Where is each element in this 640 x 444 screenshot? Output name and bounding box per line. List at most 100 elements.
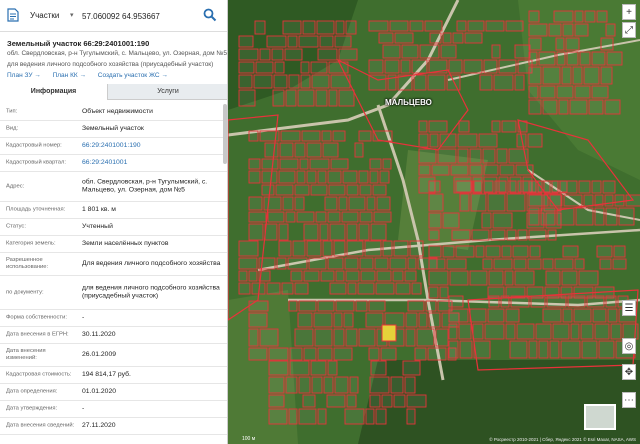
parcel-outline [238,282,251,295]
parcel-outline [300,61,310,74]
parcel-outline [517,229,528,241]
parcel-outline [338,48,358,61]
cadastral-map[interactable] [228,0,640,444]
parcel-outline [528,66,542,85]
parcel-outline [384,59,400,74]
info-row-label: Дата определения: [6,388,58,395]
parcel-outline [427,74,446,91]
map-view[interactable]: МАЛЬЦЕВО + ⤢ ☰ ◎ ✥ ⋯ 100 м © Росреестр 2… [228,0,640,444]
chevron-down-icon[interactable]: ▾ [70,11,74,19]
parcel-outline [285,376,298,394]
parcel-outline [390,376,404,394]
parcel-outline [310,61,328,74]
parcel-outline [306,170,317,184]
search-button[interactable] [200,6,220,26]
parcel-outline [594,323,610,340]
info-row-value: 26.01.2009 [82,350,117,358]
parcel-outline [346,184,359,196]
parcel-outline [618,207,635,226]
search-input[interactable] [82,6,198,26]
parcel-outline [280,130,301,142]
parcel-outline [319,35,334,48]
parcel-outline [405,328,416,347]
parcel-outline [282,196,294,211]
parcel-outline [329,282,347,295]
parcel-outline [300,74,311,89]
parcel-outline [565,37,580,51]
basemap-thumbnail[interactable] [584,404,616,430]
measure-button[interactable]: ◎ [622,338,636,354]
parcel-outline [575,207,594,226]
info-row-value: Земельный участок [82,124,144,132]
parcel-outline [345,328,358,347]
parcel-outline [505,20,524,32]
parcel-outline [542,66,561,85]
parcel-outline [261,184,275,196]
parcel-outline [449,270,469,286]
parcel-outline [469,148,482,164]
info-row-value[interactable]: 66:29:2401001:190 [82,142,222,151]
parcel-outline [545,270,561,286]
plan-kk-link[interactable]: План КК → [53,72,86,79]
parcel-outline [506,229,517,241]
parcel-outline [428,193,444,212]
parcel-outline [555,37,565,51]
parcel-outline [463,59,483,74]
parcel-outline [487,193,506,212]
more-button[interactable]: ⋯ [622,392,636,408]
info-row-value: для ведения личного подсобного хозяйства… [82,284,220,300]
parcel-outline [333,312,343,328]
parcel-outline [561,270,578,286]
layer-select[interactable]: Участки [30,11,59,20]
parcel-outline [584,10,596,23]
parcel-outline [288,408,298,425]
parcel-outline [303,347,317,361]
parcel-outline [290,270,303,282]
parcel-outline [562,245,579,258]
tab-services[interactable]: Услуги [108,84,227,100]
layers-button[interactable]: ☰ [622,300,636,316]
parcel-outline [278,170,296,184]
plan-zu-link[interactable]: План ЗУ → [7,72,41,79]
scrollbar[interactable] [223,104,227,164]
fullscreen-button[interactable]: ⤢ [622,22,636,38]
parcel-outline [467,20,485,32]
info-row: Форма собственности: - [0,310,227,327]
parcel-outline [478,133,498,148]
parcel-outline [506,193,526,212]
parcel-outline [346,223,358,241]
parcel-outline [599,258,612,270]
parcel-outline [592,308,607,323]
parcel-outline [332,130,346,142]
parcel-outline [455,180,473,193]
parcel-outline [483,180,494,193]
parcel-outline [264,142,279,158]
info-row-value: - [82,404,85,412]
parcel-outline [448,340,459,359]
create-parcel-link[interactable]: Создать участок ЖС → [98,72,168,79]
info-row-label: Категория земель: [6,240,56,247]
parcel-outline [288,74,300,89]
parcel-outline [375,408,387,425]
parcel-outline [451,229,471,241]
parcel-outline [294,282,309,295]
parcel-outline [428,312,441,328]
parcel-outline [411,282,422,295]
parcel-outline [248,328,259,347]
parcel-outline [413,74,427,91]
parcel-outline [567,295,586,308]
info-row-value[interactable]: 66:29:2401001 [82,159,222,168]
move-button[interactable]: ✥ [622,364,636,380]
zoom-in-button[interactable]: + [622,4,636,20]
layers-icon[interactable] [7,8,19,22]
info-row-value: 194 814,17 руб. [82,370,131,378]
parcel-outline [448,295,464,308]
parcel-outline [469,308,487,323]
tab-info[interactable]: Информация [0,84,108,100]
info-row-label: Разрешенное использование: [6,257,49,270]
parcel-outline [406,408,416,425]
parcel-outline [428,212,442,229]
parcel-outline [483,59,498,74]
parcel-outline [514,74,525,91]
parcel-outline [470,193,487,212]
